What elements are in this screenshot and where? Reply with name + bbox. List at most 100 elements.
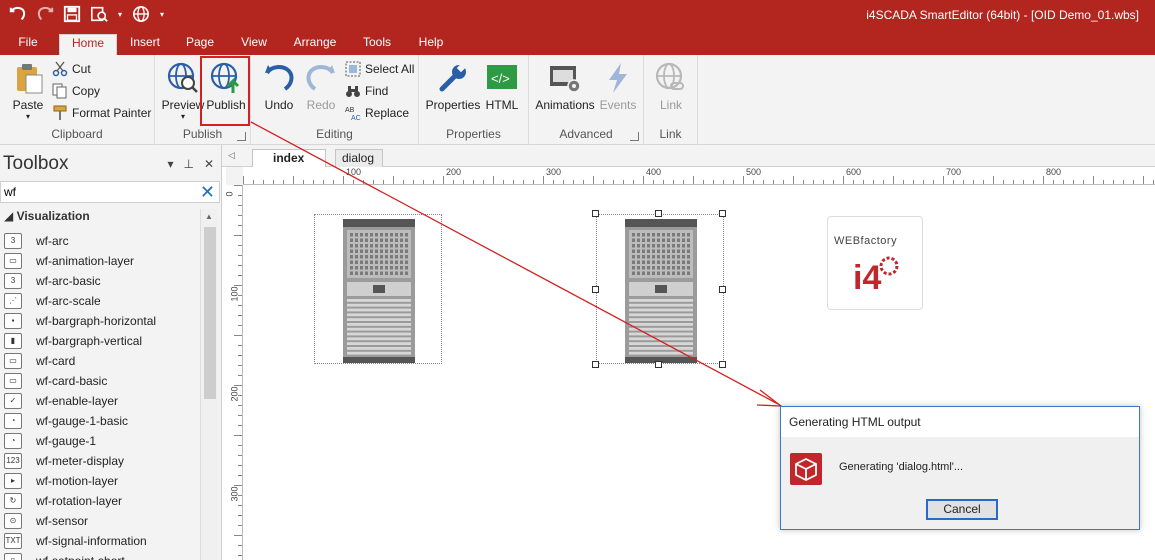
package-icon <box>790 453 822 485</box>
resize-handle-sw[interactable] <box>592 361 599 368</box>
select-all-button[interactable]: Select All <box>345 59 414 79</box>
clear-search-icon[interactable]: ✕ <box>200 182 215 202</box>
toolbox-item[interactable]: ◔ wf-gauge-1-basic <box>0 411 200 431</box>
qat-dropdown-icon[interactable]: ▾ <box>116 4 124 24</box>
category-visualization[interactable]: ◢ Visualization <box>4 209 90 223</box>
tab-view[interactable]: View <box>234 34 274 55</box>
paste-button[interactable]: Paste ▾ <box>4 59 52 121</box>
pin-icon[interactable]: ⊥ <box>183 157 193 171</box>
qat-more-icon[interactable]: ▾ <box>158 4 166 24</box>
ruler-tick <box>238 455 242 456</box>
toolbox-item[interactable]: ✓ wf-enable-layer <box>0 391 200 411</box>
toolbox-item[interactable]: ▮ wf-bargraph-vertical <box>0 331 200 351</box>
toolbox-panel: Toolbox ▾ ⊥ ✕ ✕ ◢ Visualization 3 wf-arc ▭… <box>0 145 222 560</box>
copy-button[interactable]: Copy <box>52 81 100 101</box>
ruler-tick <box>573 180 574 184</box>
resize-handle-se[interactable] <box>719 361 726 368</box>
vertical-ruler: 0 100 200 300 <box>225 185 243 560</box>
toolbox-item[interactable]: ⊙ wf-sensor <box>0 511 200 531</box>
publish-dialog-launcher[interactable] <box>237 132 246 141</box>
resize-handle-e[interactable] <box>719 286 726 293</box>
doc-tab-dialog[interactable]: dialog <box>335 149 383 167</box>
ruler-tick <box>983 180 984 184</box>
tab-help[interactable]: Help <box>412 34 450 55</box>
ruler-tick <box>238 465 242 466</box>
resize-handle-n[interactable] <box>655 210 662 217</box>
ruler-tick <box>693 176 694 184</box>
ruler-tick <box>238 345 242 346</box>
toolbox-dropdown-icon[interactable]: ▾ <box>167 157 173 171</box>
tab-home[interactable]: Home <box>59 34 117 55</box>
toolbox-search-input[interactable] <box>4 184 184 200</box>
redo-quick-icon[interactable] <box>35 4 55 24</box>
toolbox-item[interactable]: ▭ wf-card-basic <box>0 371 200 391</box>
find-button[interactable]: Find <box>345 81 388 101</box>
paste-dropdown-icon[interactable]: ▾ <box>4 112 52 121</box>
toolbox-item[interactable]: ▪ wf-bargraph-horizontal <box>0 311 200 331</box>
ruler-tick <box>403 180 404 184</box>
title-bar: ▾ ▾ i4SCADA SmartEditor (64bit) - [OID D… <box>0 0 1155 30</box>
toolbox-item[interactable]: TXT wf-signal-information <box>0 531 200 551</box>
component-icon: ▭ <box>4 353 22 369</box>
ruler-tick <box>473 180 474 184</box>
ruler-tick <box>623 180 624 184</box>
toolbox-item[interactable]: ↻ wf-rotation-layer <box>0 491 200 511</box>
cabinet-2-selection[interactable] <box>596 214 724 364</box>
toolbox-item[interactable]: ◔ wf-gauge-1 <box>0 431 200 451</box>
tab-arrange[interactable]: Arrange <box>288 34 342 55</box>
html-button[interactable]: </> HTML <box>481 59 523 117</box>
toolbox-item[interactable]: ▭ wf-card <box>0 351 200 371</box>
ruler-tick <box>663 180 664 184</box>
toolbox-item[interactable]: ▯ wf-setpoint-short <box>0 551 200 560</box>
tab-insert[interactable]: Insert <box>122 34 168 55</box>
ruler-tick <box>843 176 844 184</box>
toolbox-item[interactable]: 3 wf-arc-basic <box>0 271 200 291</box>
replace-button[interactable]: AB AC Replace <box>345 103 409 123</box>
close-icon[interactable]: ✕ <box>204 157 214 171</box>
toolbox-item[interactable]: ⋰ wf-arc-scale <box>0 291 200 311</box>
group-advanced: Animations Events Advanced <box>529 55 644 145</box>
properties-button[interactable]: Properties <box>425 59 481 117</box>
tabs-scroll-left-icon[interactable]: ◁ <box>228 150 235 161</box>
toolbox-item[interactable]: 123 wf-meter-display <box>0 451 200 471</box>
animations-button[interactable]: Animations <box>535 59 595 117</box>
toolbox-item[interactable]: ▭ wf-animation-layer <box>0 251 200 271</box>
resize-handle-ne[interactable] <box>719 210 726 217</box>
tab-page[interactable]: Page <box>180 34 220 55</box>
toolbox-scrollbar[interactable]: ▲ <box>200 209 218 560</box>
collapse-icon: ◢ <box>4 209 17 223</box>
scroll-thumb[interactable] <box>204 227 216 399</box>
link-button[interactable]: Link <box>647 59 695 117</box>
ruler-tick <box>1083 180 1084 184</box>
undo-button[interactable]: Undo <box>255 59 303 117</box>
toolbox-item[interactable]: ▸ wf-motion-layer <box>0 471 200 491</box>
resize-handle-w[interactable] <box>592 286 599 293</box>
binoculars-icon <box>346 86 360 97</box>
ruler-tick <box>823 180 824 184</box>
group-label-advanced: Advanced <box>559 127 613 141</box>
advanced-dialog-launcher[interactable] <box>630 132 639 141</box>
redo-button[interactable]: Redo <box>297 59 345 117</box>
events-button[interactable]: Events <box>595 59 641 117</box>
format-painter-button[interactable]: Format Painter <box>52 103 151 123</box>
ruler-tick <box>238 255 242 256</box>
resize-handle-nw[interactable] <box>592 210 599 217</box>
scroll-up-icon[interactable]: ▲ <box>205 212 213 221</box>
toolbox-item[interactable]: 3 wf-arc <box>0 231 200 251</box>
undo-quick-icon[interactable] <box>8 4 28 24</box>
doc-tab-index[interactable]: index ✕ <box>252 149 326 181</box>
toolbox-item-label: wf-card <box>36 354 76 368</box>
tab-file[interactable]: File <box>8 34 48 55</box>
publish-quick-icon[interactable] <box>131 4 151 24</box>
save-icon[interactable] <box>62 4 82 24</box>
tab-tools[interactable]: Tools <box>356 34 398 55</box>
ruler-label: 100 <box>346 167 362 177</box>
cabinet-1-bounds[interactable] <box>314 214 442 364</box>
ruler-tick <box>993 176 994 184</box>
group-label-editing: Editing <box>316 127 353 141</box>
webfactory-logo[interactable]: WEBfactory i4 <box>827 216 923 310</box>
cancel-button[interactable]: Cancel <box>926 499 998 520</box>
print-preview-icon[interactable] <box>89 4 109 24</box>
resize-handle-s[interactable] <box>655 361 662 368</box>
cut-button[interactable]: Cut <box>52 59 91 79</box>
